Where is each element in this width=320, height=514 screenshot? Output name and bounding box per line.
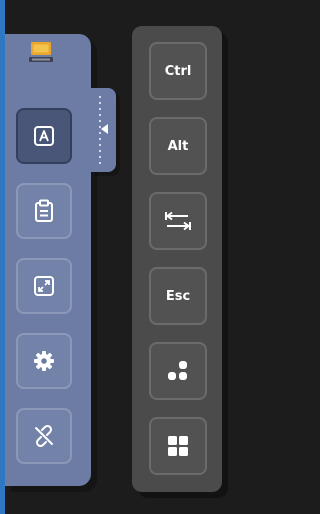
ctrl-key-button[interactable]: Ctrl [149,42,207,100]
extra-keys-panel: Ctrl Alt Esc [132,26,222,492]
control-bar [5,34,91,486]
fullscreen-button[interactable] [16,258,72,314]
disconnect-button[interactable] [16,408,72,464]
logo-icon [29,42,53,62]
grid-icon [168,436,188,456]
settings-button[interactable] [16,333,72,389]
gear-icon [34,351,54,371]
keyboard-button[interactable] [16,108,72,164]
ctrl-key-label: Ctrl [164,63,192,79]
tab-key-button[interactable] [149,192,207,250]
fullscreen-icon [34,276,54,296]
disconnect-icon [35,424,53,448]
alt-key-button[interactable]: Alt [149,117,207,175]
control-bar-handle[interactable] [91,88,116,172]
esc-key-button[interactable]: Esc [149,267,207,325]
dots-icon [168,361,187,380]
alt-key-label: Alt [167,138,189,154]
esc-key-label: Esc [165,288,191,304]
grid-key-button[interactable] [149,417,207,475]
keyboard-icon [34,126,54,146]
clipboard-button[interactable] [16,183,72,239]
clipboard-icon [35,199,53,222]
tab-icon [165,211,191,231]
collapse-arrow-icon [101,124,108,134]
toggle-extra-keys-button[interactable] [149,342,207,400]
